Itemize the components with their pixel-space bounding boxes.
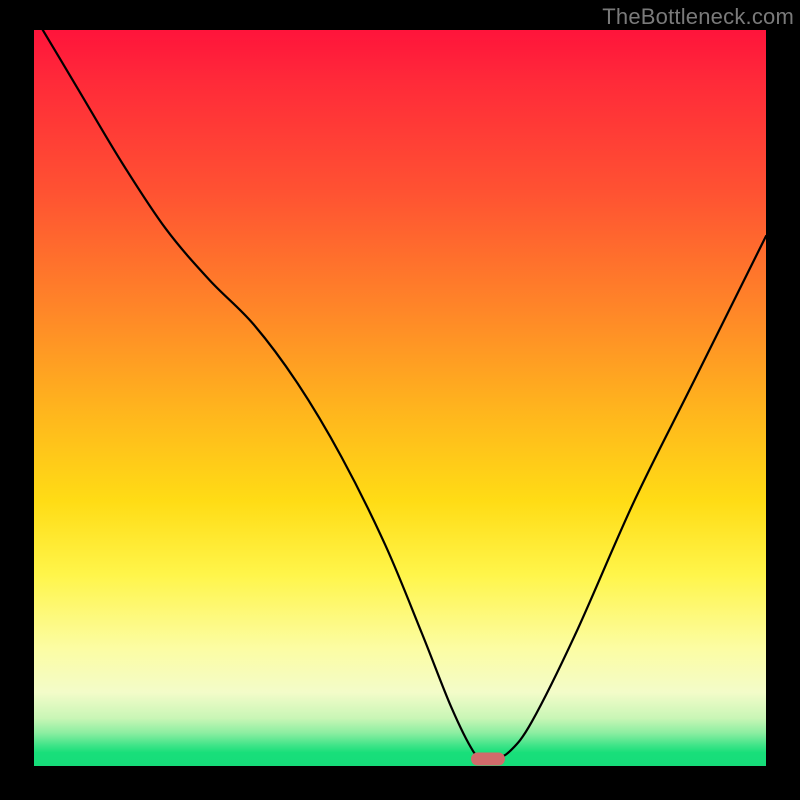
plot-area — [34, 30, 766, 766]
curve-path — [34, 30, 766, 760]
optimal-marker — [471, 752, 505, 765]
bottleneck-curve — [34, 30, 766, 766]
watermark-text: TheBottleneck.com — [602, 4, 794, 30]
chart-frame: TheBottleneck.com — [0, 0, 800, 800]
